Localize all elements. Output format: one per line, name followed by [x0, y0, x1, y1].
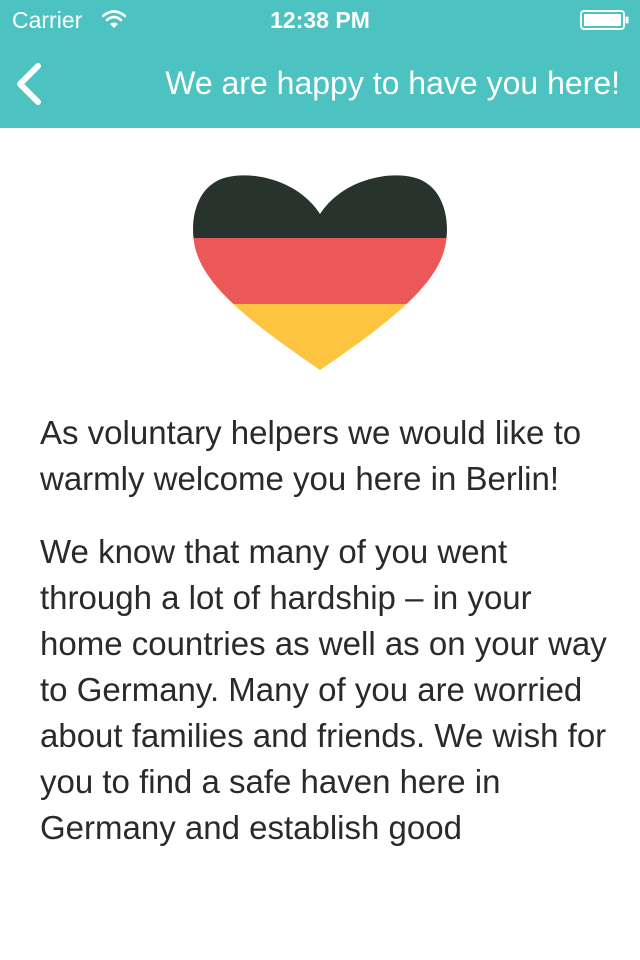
nav-bar: We are happy to have you here! [0, 40, 640, 128]
screen: Carrier 12:38 PM We are happy to have yo… [0, 0, 640, 960]
status-time: 12:38 PM [270, 7, 370, 33]
flag-stripe-black [193, 175, 447, 238]
welcome-paragraph: As voluntary helpers we would like to wa… [40, 414, 582, 497]
german-flag-heart-icon [193, 175, 447, 370]
content: As voluntary helpers we would like to wa… [40, 410, 615, 878]
battery-icon [580, 10, 629, 30]
header: Carrier 12:38 PM We are happy to have yo… [0, 0, 640, 128]
back-button[interactable] [8, 58, 58, 110]
flag-stripe-red [193, 238, 447, 304]
status-bar: Carrier 12:38 PM [0, 0, 640, 40]
flag-stripe-gold [193, 304, 447, 370]
page-title: We are happy to have you here! [165, 65, 620, 101]
chevron-left-icon [17, 63, 41, 105]
hardship-paragraph: We know that many of you went through a … [40, 533, 607, 846]
